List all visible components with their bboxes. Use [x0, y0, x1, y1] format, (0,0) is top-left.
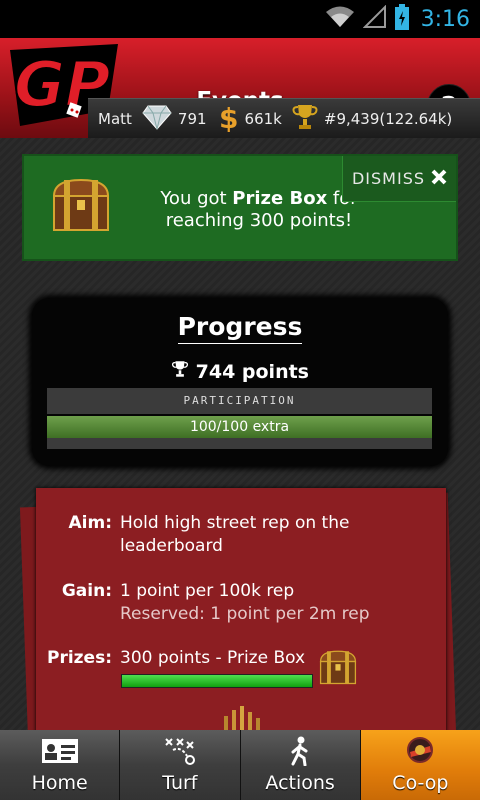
diamond-count: 791	[177, 109, 207, 128]
bottom-navigation: Home Turf Actions Co-op	[0, 730, 480, 800]
trophy-icon	[171, 361, 196, 383]
walking-person-icon	[288, 736, 312, 766]
status-bar: 3:16	[0, 0, 480, 38]
dismiss-button[interactable]: DISMISS	[342, 156, 456, 202]
nav-turf-label: Turf	[162, 772, 198, 794]
prize-message-prefix: You got	[160, 188, 233, 209]
signal-icon	[362, 4, 387, 33]
treasure-chest-icon	[318, 648, 358, 688]
cash-item: $ 661k	[217, 102, 282, 136]
points-value: 744 points	[195, 361, 309, 383]
dismiss-label: DISMISS	[351, 169, 426, 188]
prizes-value: 300 points - Prize Box	[120, 648, 306, 668]
aim-value: Hold high street rep on the leaderboard	[120, 513, 350, 556]
clock: 3:16	[420, 6, 470, 32]
participation-progress-bar: 100/100 extra	[47, 416, 432, 438]
nav-coop[interactable]: Co-op	[360, 730, 480, 800]
username: Matt	[98, 109, 132, 128]
rank-value: #9,439(122.64k)	[323, 109, 453, 128]
username-item: Matt	[98, 110, 132, 128]
progress-title-text: Progress	[177, 312, 303, 344]
battery-icon	[394, 4, 409, 34]
diamond-icon	[142, 104, 172, 134]
cash-amount: 661k	[244, 109, 282, 128]
gain-value: 1 point per 100k rep	[120, 581, 295, 601]
player-stats-bar: Matt 791 $ 661k #9,439(122.64k)	[88, 98, 480, 138]
aim-label: Aim:	[68, 513, 113, 533]
wifi-icon	[325, 5, 355, 33]
trophy-icon	[292, 103, 318, 135]
dollar-icon: $	[217, 102, 239, 136]
nav-actions[interactable]: Actions	[240, 730, 361, 800]
nav-home[interactable]: Home	[0, 730, 121, 800]
treasure-chest-icon	[50, 176, 112, 236]
nav-coop-label: Co-op	[392, 772, 449, 794]
nav-home-label: Home	[31, 772, 88, 794]
nav-actions-label: Actions	[265, 772, 335, 794]
gain-label: Gain:	[61, 581, 112, 601]
progress-panel: Progress 744 points PARTICIPATION 100/10…	[32, 298, 448, 466]
prizes-label: Prizes:	[46, 648, 112, 668]
tactics-icon	[163, 736, 197, 766]
rank-item: #9,439(122.64k)	[292, 103, 452, 135]
prize-progress-bar	[121, 674, 313, 688]
coop-emblem-icon	[405, 736, 435, 766]
gain-reserved: Reserved: 1 point per 2m rep	[120, 604, 370, 624]
nav-turf[interactable]: Turf	[120, 730, 241, 800]
id-card-icon	[41, 736, 79, 766]
progress-divider	[47, 438, 432, 449]
event-details-card: Aim: Hold high street rep on the leaderb…	[36, 488, 446, 748]
progress-title: Progress	[32, 312, 448, 344]
points-total: 744 points	[32, 360, 448, 383]
diamonds-item: 791	[142, 104, 207, 134]
prize-progress-fill	[122, 675, 312, 687]
close-icon	[431, 169, 447, 189]
prize-notification-banner: You got Prize Box for reaching 300 point…	[22, 154, 458, 261]
svg-text:$: $	[219, 102, 238, 132]
prize-name: Prize Box	[232, 188, 328, 209]
participation-label: PARTICIPATION	[47, 388, 432, 414]
